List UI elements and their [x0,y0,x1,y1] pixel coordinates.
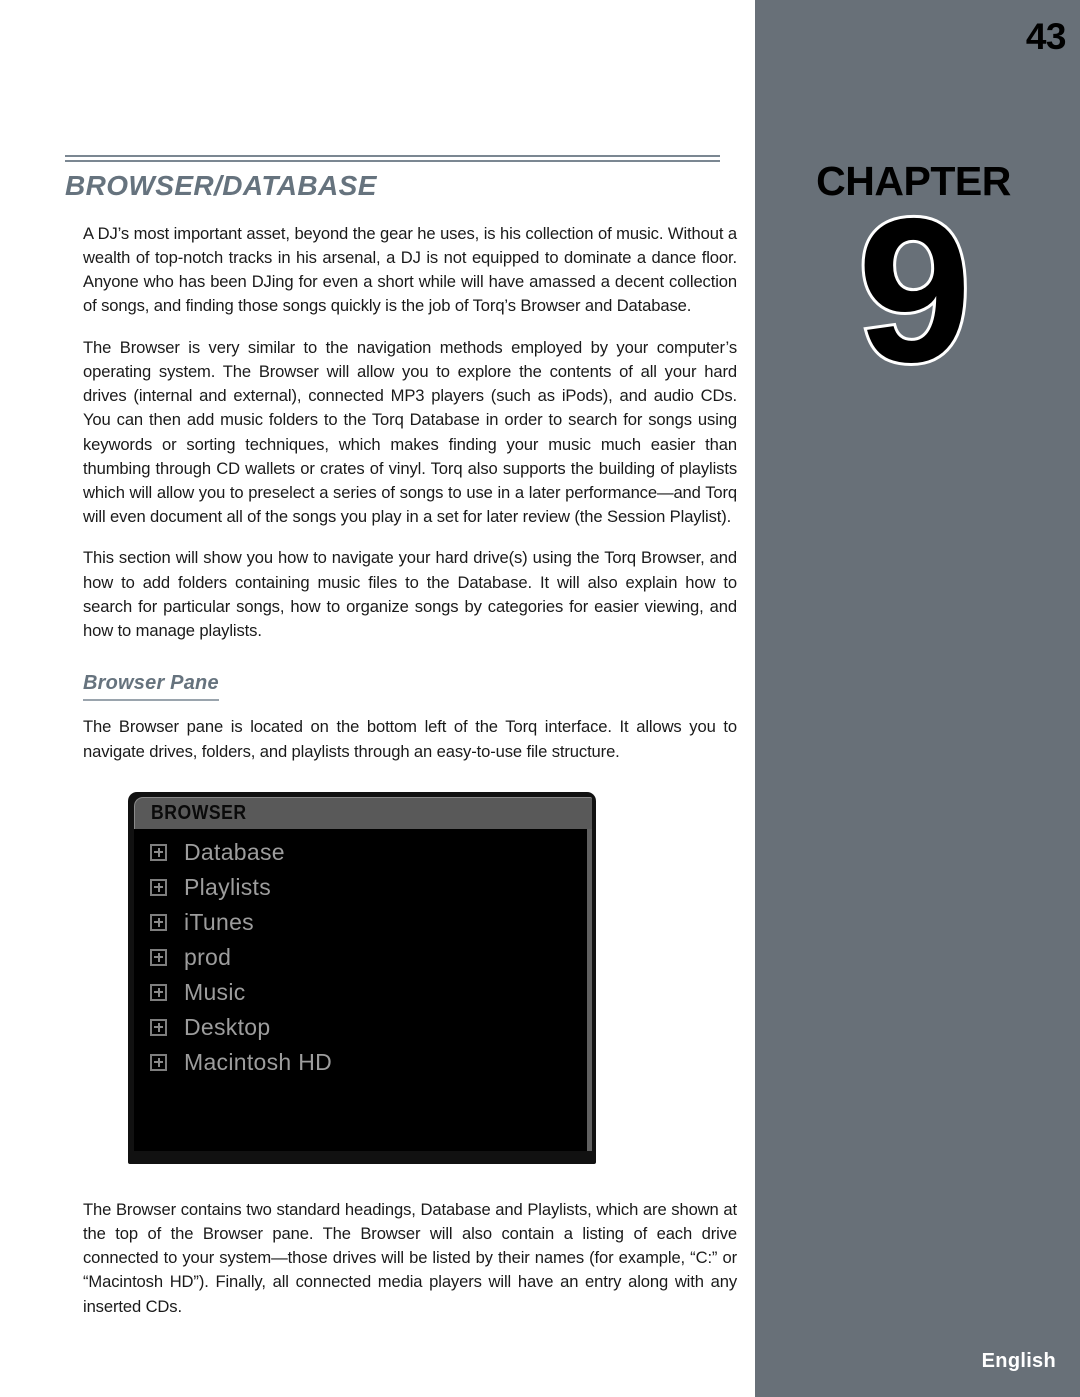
browser-tree-item-label: Macintosh HD [184,1048,333,1075]
plus-icon[interactable] [150,948,167,966]
section-title-rule [65,155,720,162]
plus-icon[interactable] [150,1018,167,1036]
paragraph-intro: A DJ’s most important asset, beyond the … [83,223,737,316]
browser-tree-item-label: iTunes [184,908,254,935]
browser-panel-title-label: BROWSER [151,801,247,824]
plus-icon[interactable] [150,913,167,931]
page-content: BROWSER/DATABASE A DJ’s most important a… [0,0,755,1397]
browser-tree-item-database[interactable]: Database [134,835,587,870]
page-number: 43 [1025,16,1067,57]
subsection-title-browser-pane: Browser Pane [83,672,219,702]
browser-tree-item-label: Database [184,838,285,865]
page-title: BROWSER/DATABASE [65,170,377,201]
paragraph-browser-overview: The Browser is very similar to the navig… [83,337,737,527]
plus-icon[interactable] [150,878,167,896]
plus-icon[interactable] [150,843,167,861]
browser-panel: BROWSER Database Playlists iTunes prod M… [128,791,596,1164]
browser-tree-list[interactable]: Database Playlists iTunes prod Music Des… [134,828,592,1151]
browser-tree-item-music[interactable]: Music [134,975,587,1010]
browser-panel-titlebar: BROWSER [134,796,592,829]
browser-tree-item-itunes[interactable]: iTunes [134,905,587,940]
plus-icon[interactable] [150,1053,167,1071]
language-label: English [981,1350,1056,1372]
chapter-number: 9 [854,176,974,405]
browser-tree-item-label: Music [184,978,246,1005]
paragraph-section-roadmap: This section will show you how to naviga… [83,548,737,641]
browser-tree-item-prod[interactable]: prod [134,940,587,975]
browser-tree-item-label: Playlists [184,873,272,900]
paragraph-browser-headings: The Browser contains two standard headin… [83,1199,737,1316]
paragraph-browser-pane-intro: The Browser pane is located on the botto… [83,717,737,761]
browser-tree-item-desktop[interactable]: Desktop [134,1010,587,1045]
plus-icon[interactable] [150,983,167,1001]
browser-pane-figure: BROWSER Database Playlists iTunes prod M… [128,791,596,1164]
browser-tree-item-macintosh-hd[interactable]: Macintosh HD [134,1045,587,1080]
browser-tree-item-label: Desktop [184,1013,271,1040]
browser-tree-item-label: prod [184,943,232,970]
browser-tree-item-playlists[interactable]: Playlists [134,870,587,905]
chapter-sidebar: 43 CHAPTER 9 English [755,0,1080,1397]
